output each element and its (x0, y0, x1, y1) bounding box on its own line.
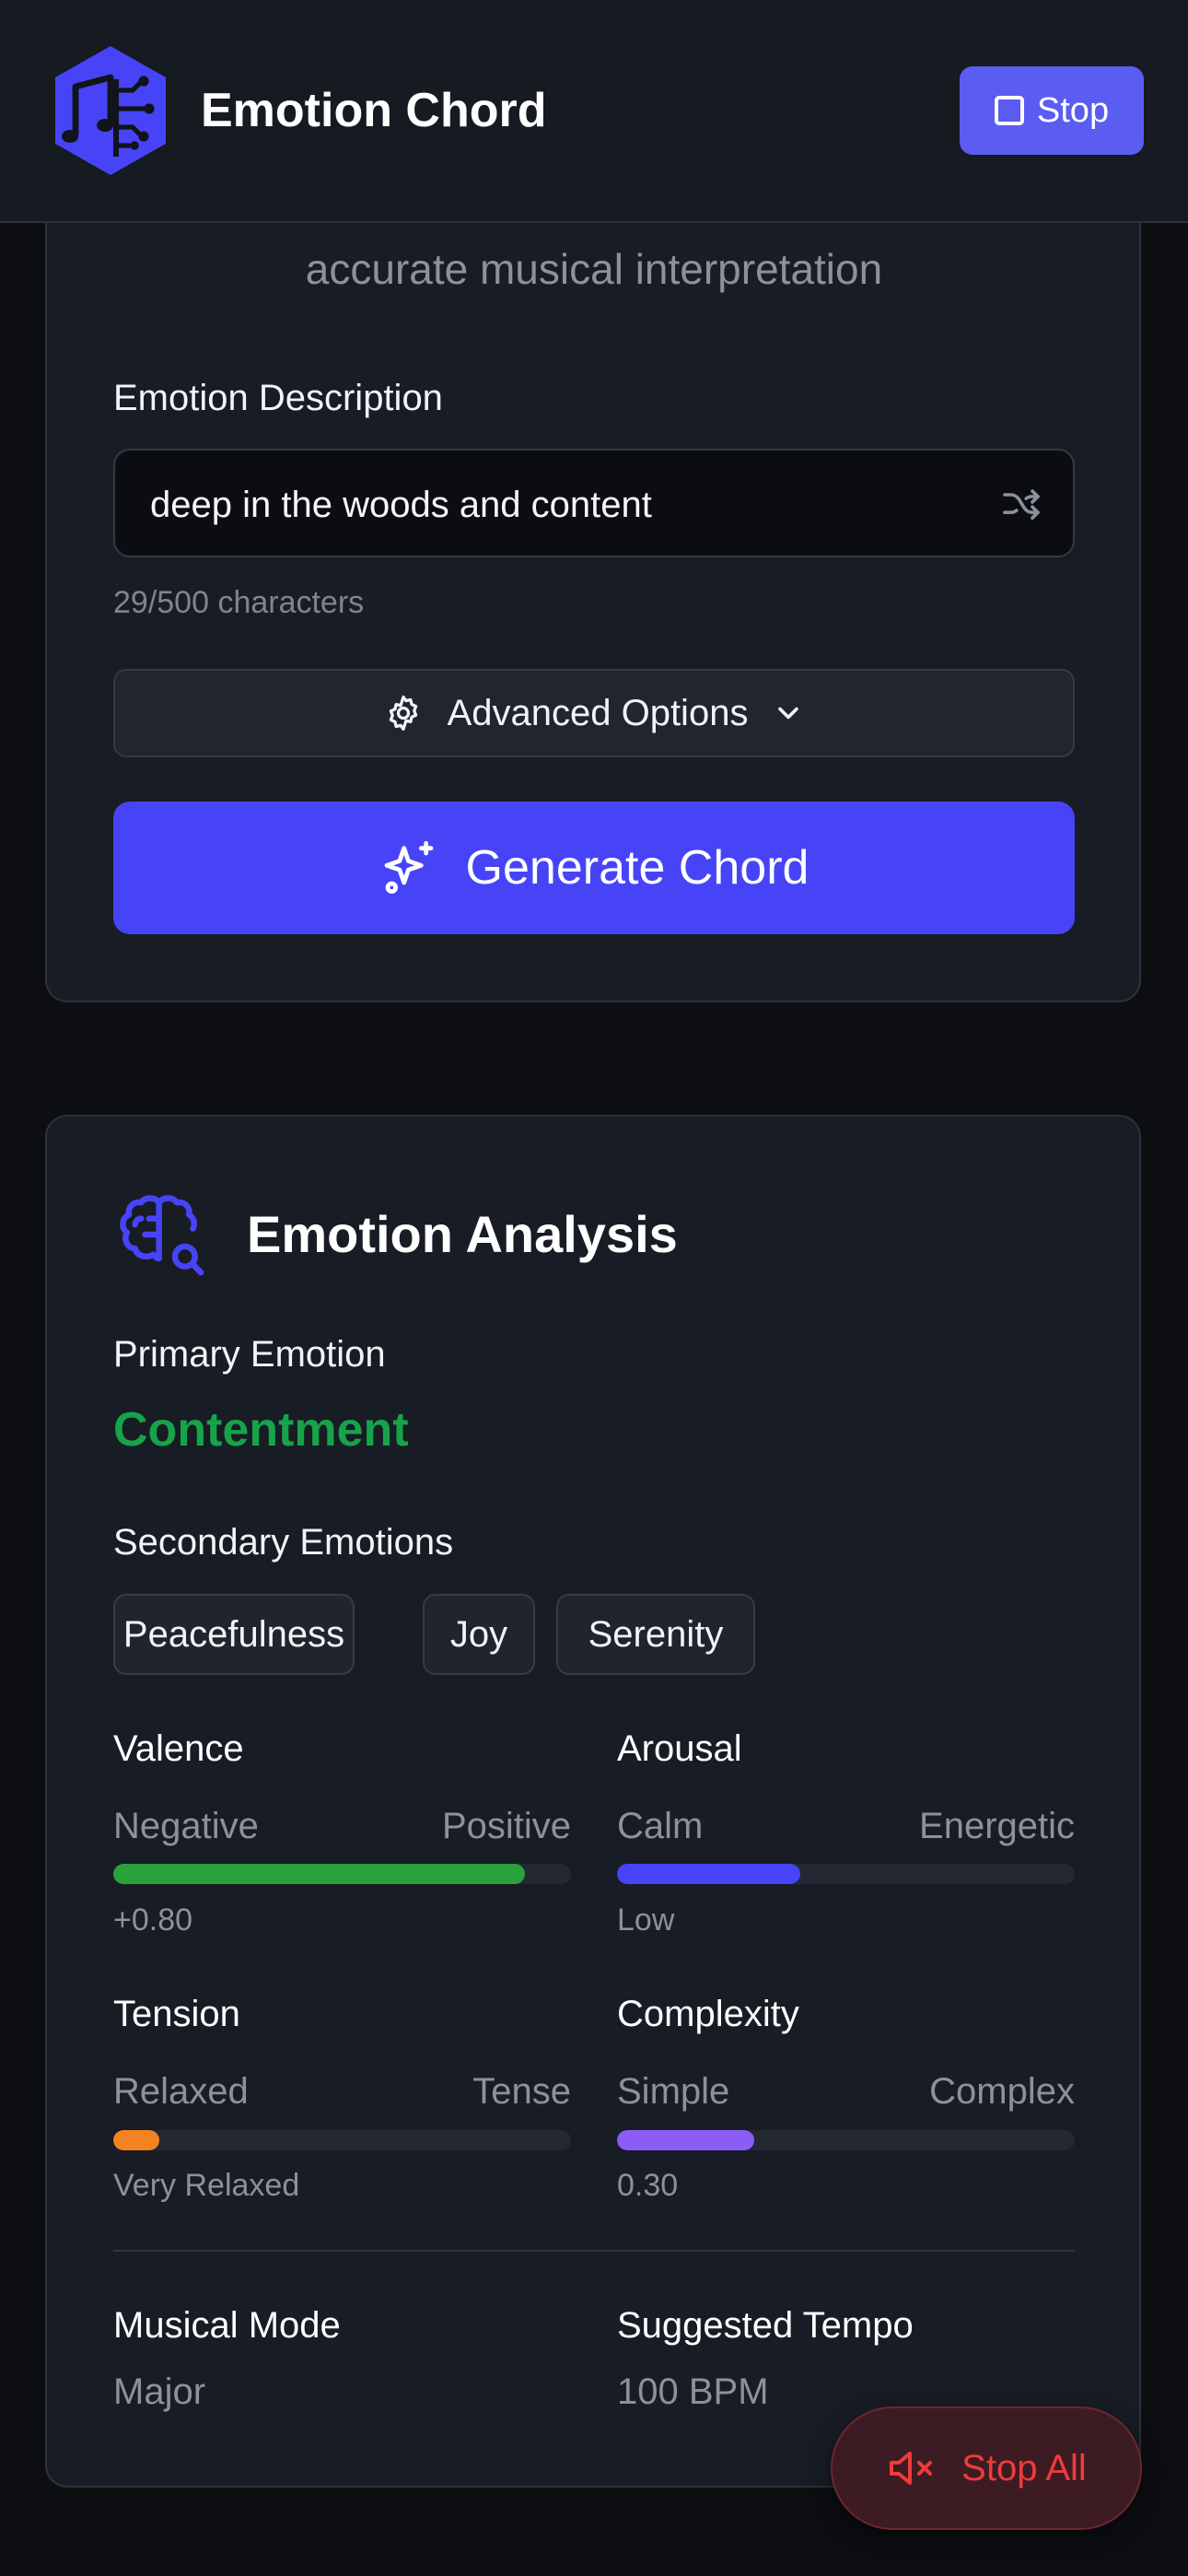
chevron-down-icon (778, 707, 799, 720)
primary-emotion-value: Contentment (113, 1403, 409, 1457)
valence-track (113, 1864, 571, 1884)
tension-track (113, 2130, 571, 2150)
gear-icon (389, 695, 417, 732)
suggested-tempo-value: 100 BPM (617, 2371, 769, 2412)
stop-button[interactable]: Stop (960, 66, 1144, 155)
tension-low-label: Relaxed (113, 2071, 249, 2112)
card-subtitle: accurate musical interpretation (305, 245, 883, 293)
secondary-emotion-chip: Peacefulness (113, 1594, 355, 1675)
section-divider (113, 2250, 1075, 2252)
valence-scale-labels: Negative Positive (113, 1802, 571, 1850)
arousal-low-label: Calm (617, 1806, 704, 1846)
tension-high-label: Tense (472, 2071, 571, 2112)
emotion-description-input[interactable]: deep in the woods and content (113, 449, 1075, 557)
app-header: Emotion Chord Stop (0, 0, 1188, 223)
emotion-description-label: Emotion Description (113, 378, 443, 418)
arousal-bar (617, 1864, 800, 1884)
emotion-description-value: deep in the woods and content (150, 485, 652, 525)
valence-label: Valence (113, 1728, 244, 1769)
generate-chord-label: Generate Chord (465, 841, 809, 895)
valence-low-label: Negative (113, 1806, 259, 1846)
arousal-scale-labels: Calm Energetic (617, 1802, 1075, 1850)
arousal-high-label: Energetic (919, 1806, 1075, 1846)
tension-scale-labels: Relaxed Tense (113, 2067, 571, 2115)
stop-button-label: Stop (1036, 90, 1110, 130)
tension-bar (113, 2130, 159, 2150)
arousal-label: Arousal (617, 1728, 742, 1769)
emotion-analysis-title: Emotion Analysis (247, 1205, 678, 1263)
emotion-analysis-card (45, 1115, 1141, 2488)
secondary-emotion-chip: Joy (423, 1594, 535, 1675)
complexity-track (617, 2130, 1075, 2150)
app-title: Emotion Chord (201, 84, 547, 137)
complexity-value: 0.30 (617, 2168, 679, 2203)
complexity-high-label: Complex (929, 2071, 1075, 2112)
brain-search-icon (120, 1195, 204, 1276)
sparkles-icon (384, 840, 433, 894)
valence-high-label: Positive (441, 1806, 571, 1846)
arousal-value: Low (617, 1903, 675, 1938)
complexity-bar (617, 2130, 755, 2150)
secondary-emotions-label: Secondary Emotions (113, 1522, 454, 1563)
advanced-options-label: Advanced Options (447, 692, 749, 733)
speaker-mute-icon (890, 2452, 933, 2485)
stop-all-label: Stop All (961, 2447, 1087, 2488)
valence-value: +0.80 (113, 1903, 193, 1938)
stop-all-button[interactable]: Stop All (831, 2406, 1142, 2530)
shuffle-icon[interactable] (999, 484, 1043, 528)
complexity-label: Complexity (617, 1994, 799, 2034)
primary-emotion-label: Primary Emotion (113, 1334, 386, 1375)
musical-mode-label: Musical Mode (113, 2305, 341, 2346)
musical-mode-value: Major (113, 2371, 206, 2412)
secondary-emotion-chip: Serenity (556, 1594, 755, 1675)
complexity-scale-labels: Simple Complex (617, 2067, 1075, 2115)
suggested-tempo-label: Suggested Tempo (617, 2305, 914, 2346)
stop-square-icon (994, 96, 1024, 125)
tension-value: Very Relaxed (113, 2168, 300, 2203)
complexity-low-label: Simple (617, 2071, 730, 2112)
app-logo-icon (55, 46, 166, 175)
advanced-options-button[interactable]: Advanced Options (113, 669, 1075, 757)
arousal-track (617, 1864, 1075, 1884)
valence-bar (113, 1864, 526, 1884)
generate-chord-button[interactable]: Generate Chord (113, 802, 1075, 934)
character-count: 29/500 characters (113, 585, 365, 620)
tension-label: Tension (113, 1994, 240, 2034)
